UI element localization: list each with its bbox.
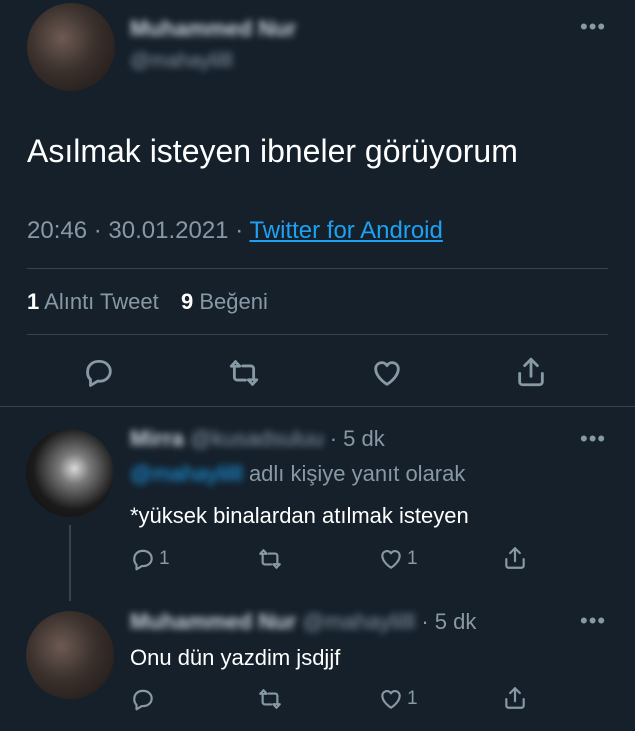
- reply-author-handle[interactable]: @kusadsuluu: [190, 426, 324, 451]
- share-icon[interactable]: [514, 354, 548, 390]
- reply-like-button[interactable]: 1: [378, 686, 418, 712]
- meta-separator: ·: [235, 217, 244, 244]
- reply-header: Mirra @kusadsuluu · 5 dk: [130, 426, 385, 452]
- like-label[interactable]: Beğeni: [199, 289, 268, 314]
- reply-icon[interactable]: [130, 686, 156, 712]
- quote-count[interactable]: 1: [27, 289, 39, 314]
- share-icon[interactable]: [502, 544, 528, 572]
- divider: [27, 334, 608, 335]
- divider: [0, 406, 635, 407]
- reply-avatar[interactable]: [26, 429, 114, 517]
- replying-to-label: adlı kişiye yanıt olarak: [248, 461, 466, 486]
- reply-icon: [133, 549, 153, 571]
- main-tweet-date: 30.01.2021: [108, 217, 229, 244]
- reply-like-button[interactable]: 1: [378, 546, 418, 572]
- reply-dot: ·: [329, 426, 338, 451]
- reply-time: 5 dk: [434, 609, 477, 634]
- reply-text: *yüksek binalardan atılmak isteyen: [130, 503, 469, 528]
- main-tweet-source-link[interactable]: Twitter for Android: [249, 217, 442, 244]
- main-tweet-text: Asılmak isteyen ibneler görüyorum: [27, 133, 518, 169]
- reply-avatar[interactable]: [26, 611, 114, 699]
- reply-author-name[interactable]: Mirra: [130, 426, 184, 451]
- reply-reply-count: 1: [159, 548, 170, 569]
- reply-dot: ·: [421, 609, 429, 634]
- reply-like-count: 1: [407, 548, 418, 569]
- reply-header: Muhammed Nur @mahaylilll · 5 dk: [130, 609, 476, 635]
- divider: [27, 268, 608, 269]
- main-tweet-meta: 20:46 · 30.01.2021 · Twitter for Android: [27, 217, 443, 245]
- reply-more-icon[interactable]: •••: [580, 610, 606, 632]
- main-tweet-time: 20:46: [27, 217, 88, 244]
- main-tweet-more-icon[interactable]: •••: [580, 16, 606, 38]
- replying-to: @mahaylilll adlı kişiye yanıt olarak: [130, 461, 465, 487]
- share-icon[interactable]: [502, 684, 528, 712]
- retweet-icon[interactable]: [256, 686, 284, 712]
- like-count[interactable]: 9: [181, 289, 193, 314]
- reply-reply-button[interactable]: 1: [130, 546, 170, 572]
- main-tweet-avatar[interactable]: [27, 3, 115, 91]
- main-tweet-author-name[interactable]: Muhammed Nur: [130, 16, 296, 42]
- like-icon[interactable]: [370, 356, 404, 390]
- quote-label[interactable]: Alıntı Tweet: [44, 289, 159, 314]
- reply-icon[interactable]: [82, 355, 116, 389]
- reply-text: Onu dün yazdim jsdjjf: [130, 645, 341, 670]
- reply-time: 5 dk: [343, 426, 385, 451]
- reply-author-handle[interactable]: @mahaylilll: [302, 609, 415, 634]
- reply-more-icon[interactable]: •••: [580, 428, 606, 450]
- reply-like-count: 1: [407, 688, 418, 709]
- replying-to-handle[interactable]: @mahaylilll: [130, 461, 243, 486]
- meta-separator: ·: [93, 217, 102, 244]
- like-icon: [381, 550, 401, 569]
- main-tweet-stats: 1 Alıntı Tweet 9 Beğeni: [27, 289, 268, 315]
- thread-line: [69, 525, 71, 601]
- retweet-icon[interactable]: [226, 356, 262, 390]
- main-tweet-author-handle[interactable]: @mahaylilll: [130, 50, 233, 73]
- reply-author-name[interactable]: Muhammed Nur: [130, 609, 296, 634]
- like-icon: [381, 690, 401, 709]
- retweet-icon[interactable]: [256, 546, 284, 572]
